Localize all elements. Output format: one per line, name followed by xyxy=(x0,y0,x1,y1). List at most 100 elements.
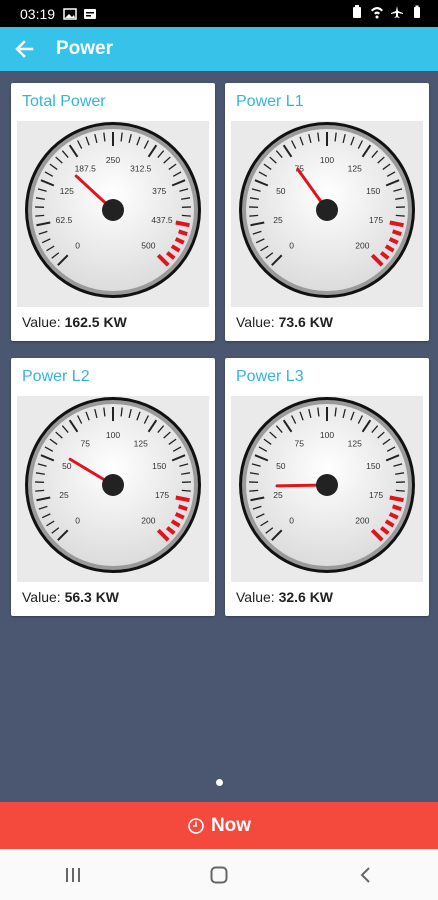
gauge-card-total-power[interactable]: Total Power 0 62.5 125 187.5 250 312.5 375 437.… xyxy=(11,83,215,341)
gauge-tick-label: 0 xyxy=(75,240,80,250)
gauge-redzone-tick xyxy=(175,220,190,228)
gauge-tick-label: 50 xyxy=(62,461,72,471)
gauge-tick-label: 100 xyxy=(106,430,120,440)
gauge-tick-label: 50 xyxy=(276,461,286,471)
gauge-tick-label: 125 xyxy=(348,163,362,173)
gauge-tick xyxy=(181,489,191,492)
gauge-title: Total Power xyxy=(22,93,106,110)
gauge-redzone-tick xyxy=(389,495,404,503)
gauge-tick xyxy=(395,489,405,492)
back-button[interactable] xyxy=(4,27,44,71)
gauge-tick-label: 500 xyxy=(141,240,155,250)
gauge-tick xyxy=(181,214,191,217)
page-indicator-dot xyxy=(216,779,223,786)
gauge-card-power-l2[interactable]: Power L2 0 25 50 75 100 125 150 175 200 Value: 5… xyxy=(11,358,215,616)
gauge-value: Value: 73.6 KW xyxy=(236,314,333,330)
gauge-dial: 0255075100125150175200 xyxy=(239,122,415,298)
gauge-card-power-l3[interactable]: Power L3 0 25 50 75 100 125 150 175 200 Value: 3… xyxy=(225,358,429,616)
gauge-tick-label: 187.5 xyxy=(75,163,97,173)
gauge-tick-label: 175 xyxy=(155,490,169,500)
gauge-tick-label: 0 xyxy=(75,515,80,525)
alarm-icon xyxy=(353,5,361,18)
gauge-redzone-tick xyxy=(178,504,188,512)
gauge-tick-label: 150 xyxy=(366,461,380,471)
gauge-hub xyxy=(316,199,338,221)
gauge-tick-label: 437.5 xyxy=(151,215,173,225)
gauge-redzone-tick xyxy=(175,495,190,503)
gauge-tick-label: 0 xyxy=(289,515,294,525)
battery-icon xyxy=(414,5,420,18)
page-title: Power xyxy=(56,38,114,59)
airplane-icon xyxy=(391,6,403,18)
value-label: Value: xyxy=(236,589,275,605)
gauge-hub xyxy=(102,199,124,221)
gauge-tick-label: 375 xyxy=(152,186,166,196)
gauge-tick-label: 25 xyxy=(59,490,69,500)
value-label: Value: xyxy=(22,314,61,330)
clock-icon xyxy=(188,817,204,834)
recents-button[interactable] xyxy=(43,855,103,895)
gauge-tick xyxy=(249,214,259,217)
gauge-tick-label: 25 xyxy=(273,490,283,500)
value-number: 32.6 KW xyxy=(278,589,334,605)
gauge-display: 0 25 50 75 100 125 150 175 200 xyxy=(231,121,423,307)
gauge-tick-label: 175 xyxy=(369,215,383,225)
home-button[interactable] xyxy=(189,855,249,895)
system-nav-bar xyxy=(0,849,438,900)
gauge-tick xyxy=(395,214,405,217)
gauge-tick-label: 200 xyxy=(355,240,369,250)
gauge-value: Value: 32.6 KW xyxy=(236,589,333,605)
gauge-tick-label: 75 xyxy=(294,438,304,448)
app-bar: Power xyxy=(0,27,438,71)
gauge-dial: 0 62.5 125 187.5 250 312.5 375 437.5 500 xyxy=(25,122,201,298)
gauge-tick-label: 0 xyxy=(289,240,294,250)
gauge-card-power-l1[interactable]: Power L1 0 25 50 75 100 125 150 175 200 Value: 7… xyxy=(225,83,429,341)
value-label: Value: xyxy=(22,589,61,605)
gauge-value: Value: 162.5 KW xyxy=(22,314,127,330)
gauge-tick-label: 125 xyxy=(134,438,148,448)
gauge-tick-label: 62.5 xyxy=(56,215,73,225)
gauge-tick-label: 150 xyxy=(152,461,166,471)
back-nav-button[interactable] xyxy=(335,855,395,895)
gauge-redzone-tick xyxy=(392,229,402,237)
gauge-tick-label: 25 xyxy=(273,215,283,225)
gauge-display: 0 25 50 75 100 125 150 175 200 xyxy=(231,396,423,582)
gauge-value: Value: 56.3 KW xyxy=(22,589,119,605)
gauge-tick-label: 312.5 xyxy=(130,163,152,173)
chevron-left-icon xyxy=(360,866,370,883)
gauge-title: Power L1 xyxy=(236,93,304,110)
gauge-tick-label: 175 xyxy=(369,490,383,500)
gauge-tick-label: 200 xyxy=(141,515,155,525)
gauge-dial: 0255075100125150175200 xyxy=(25,397,201,573)
gauge-tick-label: 100 xyxy=(320,430,334,440)
gauge-dial: 0 25 50 75 100 125 150 175 200 xyxy=(239,397,415,573)
gauge-tick xyxy=(249,489,259,492)
status-time: 03:19 xyxy=(20,5,56,22)
gauge-display: 0 62.5 125 187.5 250 312.5 375 437.5 500 xyxy=(17,121,209,307)
value-number: 56.3 KW xyxy=(64,589,120,605)
gauge-tick-label: 125 xyxy=(60,186,74,196)
gauge-title: Power L2 xyxy=(22,368,90,385)
recents-icon xyxy=(66,867,80,882)
gauge-tick-label: 125 xyxy=(348,438,362,448)
wifi-icon xyxy=(371,7,383,19)
status-bar: 03:19 xyxy=(0,0,438,27)
gauge-tick-label: 50 xyxy=(276,186,286,196)
gauge-redzone-tick xyxy=(392,504,402,512)
gauge-tick xyxy=(35,214,45,217)
gauge-title: Power L3 xyxy=(236,368,304,385)
gauge-tick-label: 150 xyxy=(366,186,380,196)
value-number: 73.6 KW xyxy=(278,314,334,330)
gauge-tick-label: 100 xyxy=(320,155,334,165)
now-button-label: Now xyxy=(210,814,252,836)
gauge-tick xyxy=(35,489,45,492)
gauge-tick-label: 200 xyxy=(355,515,369,525)
now-button[interactable]: Now xyxy=(0,802,438,849)
gauge-hub xyxy=(102,474,124,496)
image-icon xyxy=(63,7,77,20)
gauge-tick-label: 250 xyxy=(106,155,120,165)
value-number: 162.5 KW xyxy=(64,314,127,330)
gauge-redzone-tick xyxy=(389,220,404,228)
gauge-display: 0 25 50 75 100 125 150 175 200 xyxy=(17,396,209,582)
value-label: Value: xyxy=(236,314,275,330)
